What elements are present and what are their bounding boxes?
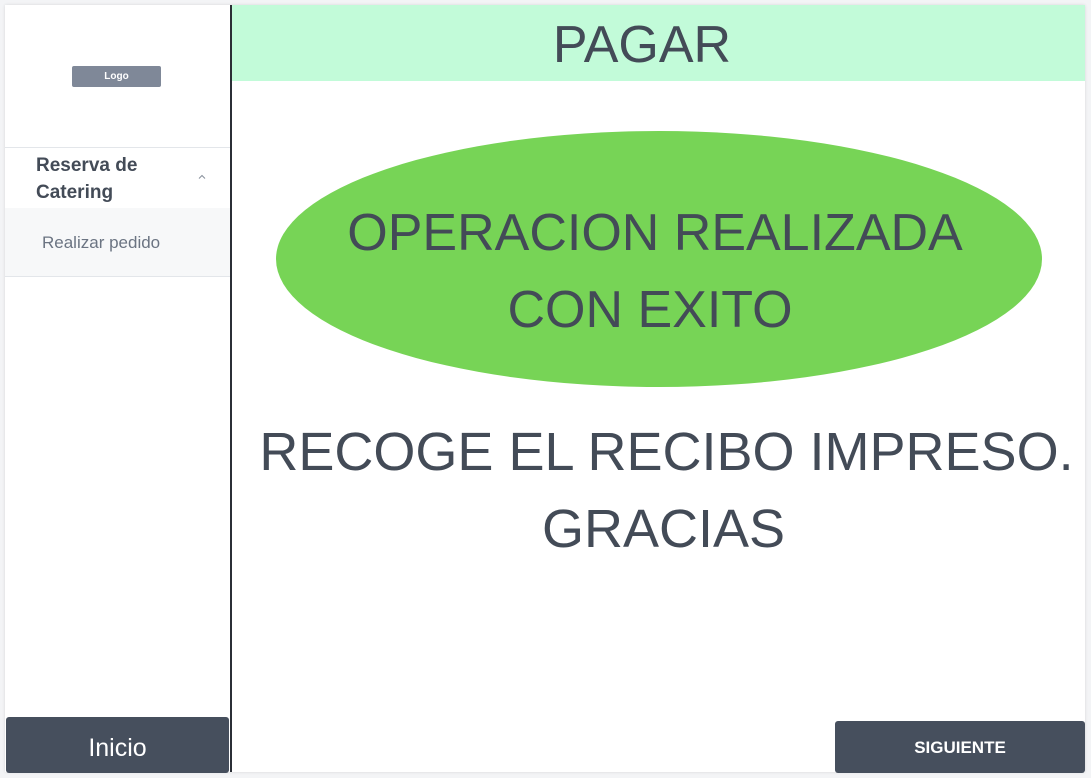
sidebar-item-realizar-pedido[interactable]: Realizar pedido (5, 208, 230, 277)
chevron-up-icon (198, 174, 206, 179)
receipt-message-line-2: GRACIAS (541, 499, 786, 559)
home-button[interactable]: Inicio (6, 717, 229, 773)
success-message-line-1: OPERACION REALIZADA (347, 204, 963, 262)
sidebar-section-reserva-de-catering[interactable]: Reserva de Catering (5, 147, 230, 209)
receipt-message-line-1: RECOGE EL RECIBO IMPRESO. (259, 422, 1074, 482)
page-header: PAGAR (232, 5, 1085, 81)
sidebar-section-label: Reserva de Catering (36, 155, 138, 203)
success-banner: OPERACION REALIZADA CON EXITO (276, 131, 1042, 387)
success-message-line-2: CON EXITO (507, 281, 793, 339)
next-button[interactable]: SIGUIENTE (835, 721, 1085, 773)
sidebar-item-label: Realizar pedido (42, 233, 161, 252)
page-title: PAGAR (552, 16, 732, 74)
sidebar-divider (230, 5, 232, 772)
sidebar: Logo Reserva de Catering Realizar pedido (5, 5, 230, 772)
logo: Logo (72, 66, 161, 87)
